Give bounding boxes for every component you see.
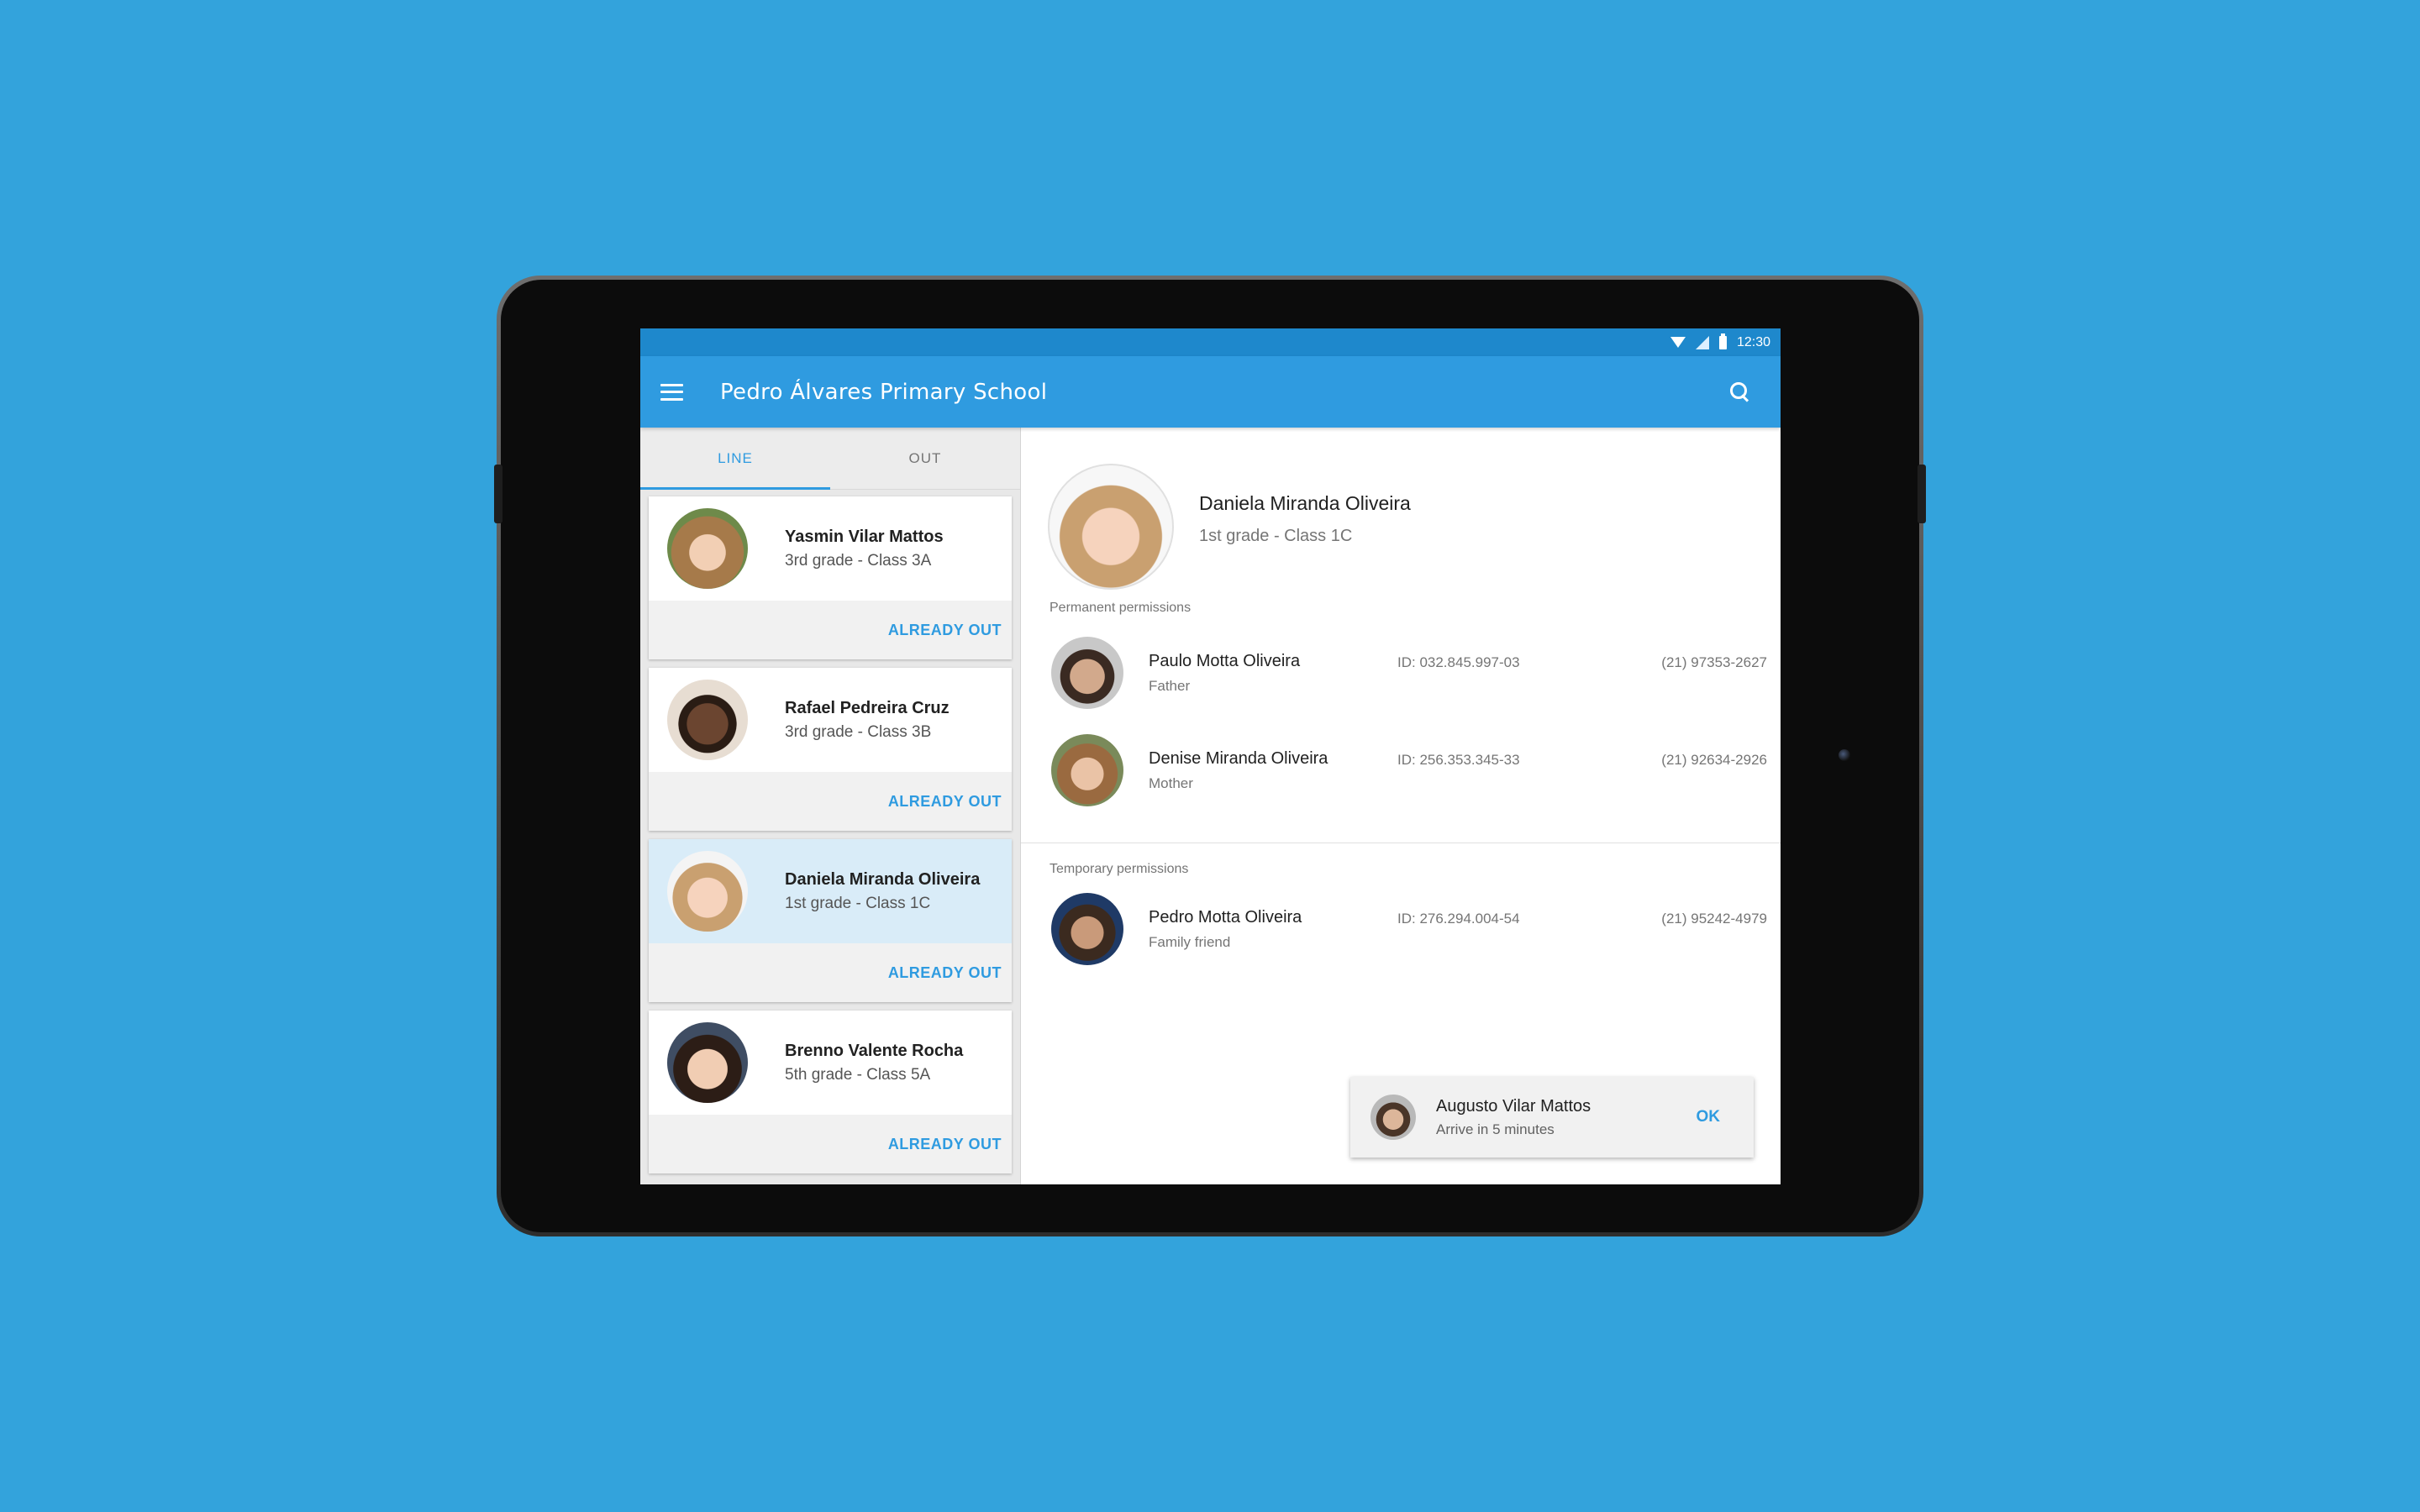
student-card-footer: ALREADY OUT xyxy=(649,772,1012,831)
app-bar: Pedro Álvares Primary School xyxy=(640,356,1781,428)
boy-avatar xyxy=(667,1022,748,1103)
girl-blonde-avatar xyxy=(667,851,748,932)
signal-icon xyxy=(1695,335,1709,349)
mother-avatar xyxy=(1051,734,1123,806)
person-phone: (21) 92634-2926 xyxy=(1661,752,1767,768)
camera-lens xyxy=(1839,749,1850,761)
guardian-avatar xyxy=(1370,1095,1416,1140)
permission-info: Paulo Motta Oliveira Father xyxy=(1149,652,1401,695)
snackbar-name: Augusto Vilar Mattos xyxy=(1436,1096,1591,1116)
student-card-header: Daniela Miranda Oliveira 1st grade - Cla… xyxy=(649,839,1012,943)
student-name: Brenno Valente Rocha xyxy=(785,1041,964,1060)
boy-avatar xyxy=(667,680,748,760)
student-grade: 1st grade - Class 1C xyxy=(785,894,931,912)
profile-avatar xyxy=(1048,464,1174,590)
permission-info: Denise Miranda Oliveira Mother xyxy=(1149,749,1401,792)
student-info: Yasmin Vilar Mattos 3rd grade - Class 3A xyxy=(785,528,944,570)
wifi-icon xyxy=(1670,337,1686,348)
person-id: ID: 032.845.997-03 xyxy=(1397,654,1520,670)
student-info: Brenno Valente Rocha 5th grade - Class 5… xyxy=(785,1042,963,1084)
tab-out[interactable]: OUT xyxy=(830,428,1020,489)
power-button xyxy=(1918,465,1926,523)
arrival-snackbar: Augusto Vilar Mattos Arrive in 5 minutes… xyxy=(1350,1077,1754,1158)
student-name: Rafael Pedreira Cruz xyxy=(785,698,950,717)
status-bar: 12:30 xyxy=(640,328,1781,356)
student-card[interactable]: Yasmin Vilar Mattos 3rd grade - Class 3A… xyxy=(649,496,1012,659)
already-out-button[interactable]: ALREADY OUT xyxy=(888,622,1002,639)
battery-icon xyxy=(1718,333,1727,349)
family-friend-avatar xyxy=(1051,893,1123,965)
person-phone: (21) 97353-2627 xyxy=(1661,654,1767,670)
student-card-footer: ALREADY OUT xyxy=(649,601,1012,659)
student-grade: 5th grade - Class 5A xyxy=(785,1065,931,1084)
student-card[interactable]: Rafael Pedreira Cruz 3rd grade - Class 3… xyxy=(649,668,1012,831)
profile-grade: 1st grade - Class 1C xyxy=(1199,527,1353,545)
student-card-selected[interactable]: Daniela Miranda Oliveira 1st grade - Cla… xyxy=(649,839,1012,1002)
student-card[interactable]: Brenno Valente Rocha 5th grade - Class 5… xyxy=(649,1011,1012,1173)
student-name: Yasmin Vilar Mattos xyxy=(785,527,944,546)
app-screen: 12:30 Pedro Álvares Primary School LINE … xyxy=(640,328,1781,1184)
person-id: ID: 276.294.004-54 xyxy=(1397,911,1520,927)
tab-bar: LINE OUT xyxy=(640,428,1020,490)
person-relation: Mother xyxy=(1149,774,1193,791)
status-time: 12:30 xyxy=(1736,334,1770,349)
snackbar-ok-button[interactable]: OK xyxy=(1697,1108,1721,1126)
father-avatar xyxy=(1051,637,1123,709)
person-name: Denise Miranda Oliveira xyxy=(1149,748,1328,768)
student-card-footer: ALREADY OUT xyxy=(649,1115,1012,1173)
student-profile: Daniela Miranda Oliveira 1st grade - Cla… xyxy=(1021,428,1781,592)
permanent-permissions-label: Permanent permissions xyxy=(1050,601,1192,615)
student-list-panel: LINE OUT Yasmin Vilar Mattos 3rd grade -… xyxy=(640,428,1021,1184)
student-info: Rafael Pedreira Cruz 3rd grade - Class 3… xyxy=(785,699,950,742)
already-out-button[interactable]: ALREADY OUT xyxy=(888,1136,1002,1153)
permission-row[interactable]: Pedro Motta Oliveira Family friend ID: 2… xyxy=(1021,880,1781,978)
permission-info: Pedro Motta Oliveira Family friend xyxy=(1149,908,1401,951)
student-grade: 3rd grade - Class 3B xyxy=(785,722,932,741)
main-content: LINE OUT Yasmin Vilar Mattos 3rd grade -… xyxy=(640,428,1781,1184)
girl-brown-hair-avatar xyxy=(667,508,748,589)
student-detail-panel: Daniela Miranda Oliveira 1st grade - Cla… xyxy=(1021,428,1781,1184)
tab-line[interactable]: LINE xyxy=(640,428,830,490)
profile-name: Daniela Miranda Oliveira xyxy=(1199,492,1411,514)
snackbar-info: Augusto Vilar Mattos Arrive in 5 minutes xyxy=(1436,1097,1591,1138)
person-relation: Father xyxy=(1149,677,1191,694)
permission-row[interactable]: Denise Miranda Oliveira Mother ID: 256.3… xyxy=(1021,722,1781,819)
student-card-header: Brenno Valente Rocha 5th grade - Class 5… xyxy=(649,1011,1012,1115)
temporary-permissions-label: Temporary permissions xyxy=(1050,862,1189,876)
volume-button xyxy=(494,465,502,523)
student-cards: Yasmin Vilar Mattos 3rd grade - Class 3A… xyxy=(640,490,1020,1184)
student-card-header: Rafael Pedreira Cruz 3rd grade - Class 3… xyxy=(649,668,1012,772)
profile-info: Daniela Miranda Oliveira 1st grade - Cla… xyxy=(1199,492,1411,546)
menu-icon[interactable] xyxy=(660,383,683,401)
person-id: ID: 256.353.345-33 xyxy=(1397,752,1520,768)
student-card-header: Yasmin Vilar Mattos 3rd grade - Class 3A xyxy=(649,496,1012,601)
person-name: Pedro Motta Oliveira xyxy=(1149,907,1302,927)
permission-row[interactable]: Paulo Motta Oliveira Father ID: 032.845.… xyxy=(1021,624,1781,722)
search-icon[interactable] xyxy=(1728,381,1752,404)
person-relation: Family friend xyxy=(1149,933,1231,950)
person-name: Paulo Motta Oliveira xyxy=(1149,651,1301,670)
already-out-button[interactable]: ALREADY OUT xyxy=(888,793,1002,811)
student-card-footer: ALREADY OUT xyxy=(649,943,1012,1002)
student-info: Daniela Miranda Oliveira 1st grade - Cla… xyxy=(785,870,980,913)
person-phone: (21) 95242-4979 xyxy=(1661,911,1767,927)
already-out-button[interactable]: ALREADY OUT xyxy=(888,964,1002,982)
app-title: Pedro Álvares Primary School xyxy=(720,379,1048,405)
student-grade: 3rd grade - Class 3A xyxy=(785,551,932,570)
student-name: Daniela Miranda Oliveira xyxy=(785,869,981,889)
snackbar-message: Arrive in 5 minutes xyxy=(1436,1121,1555,1137)
